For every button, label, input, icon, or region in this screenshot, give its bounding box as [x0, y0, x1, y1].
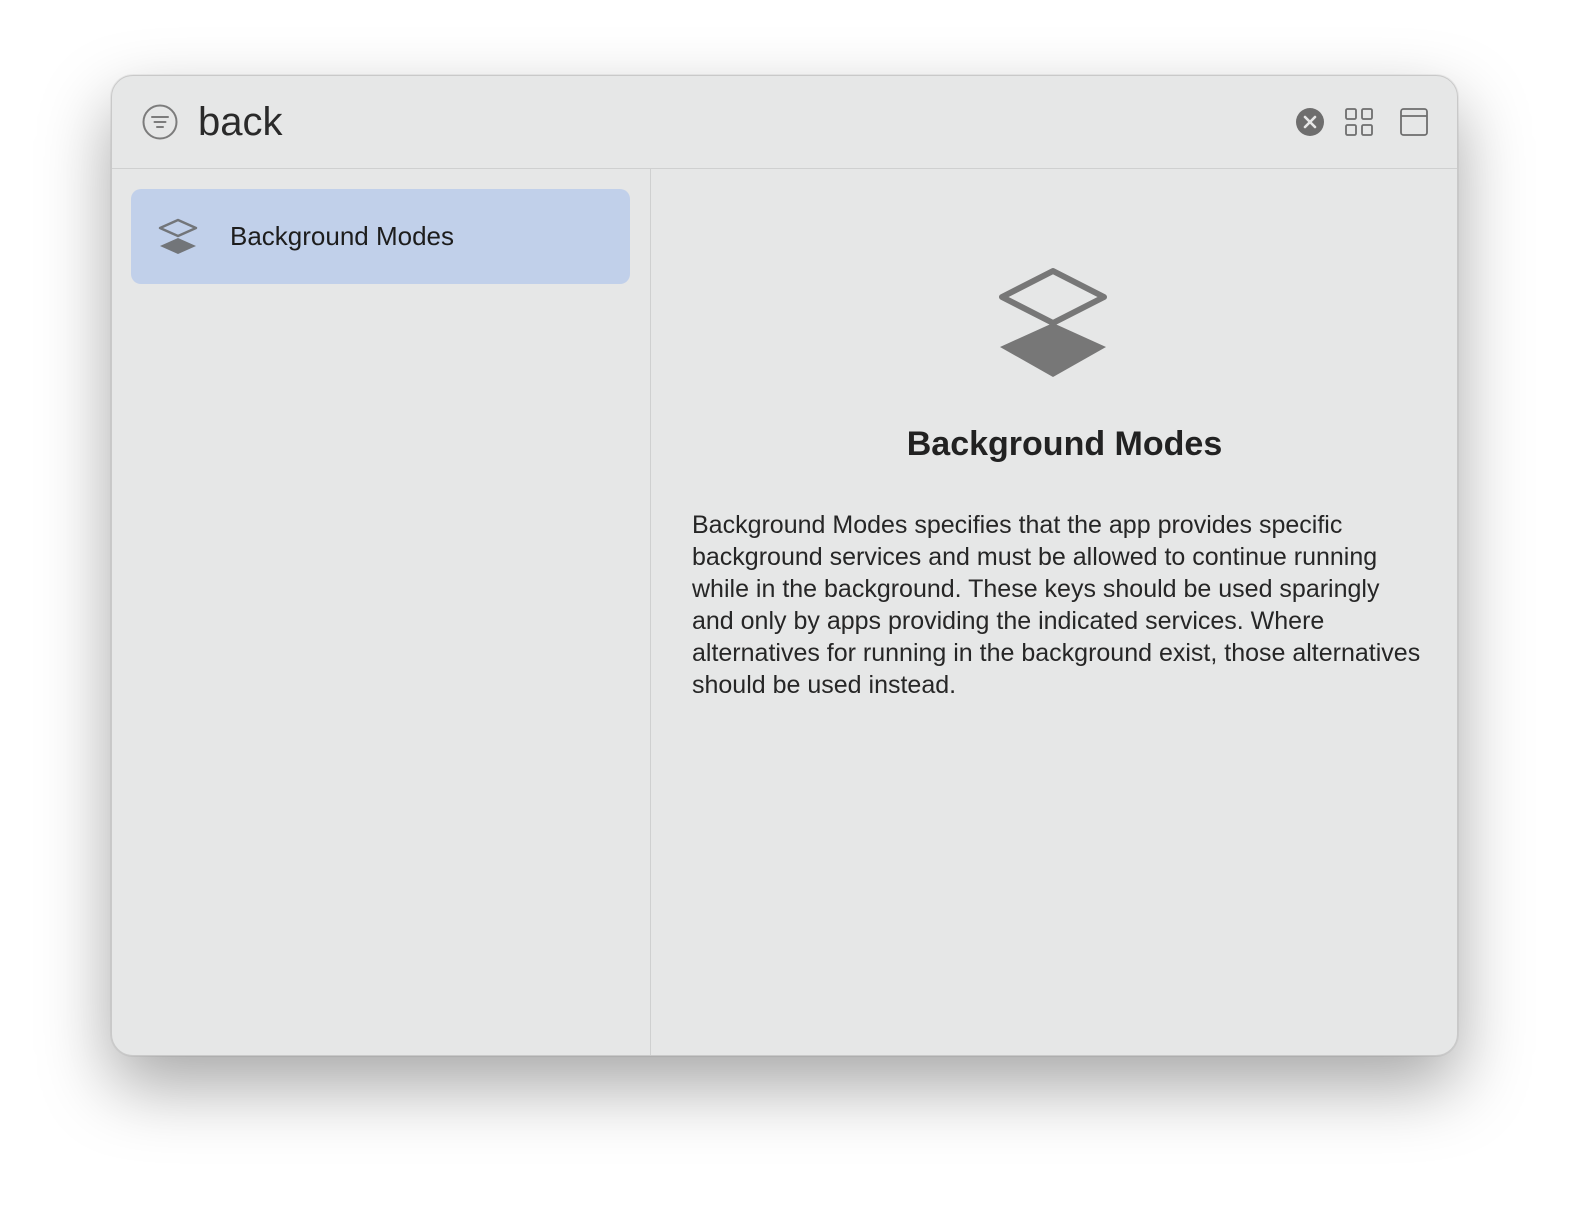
filter-icon[interactable] [142, 104, 178, 140]
stacked-layers-icon [999, 268, 1107, 377]
list-item-background-modes[interactable]: Background Modes [131, 189, 630, 284]
search-toolbar [112, 76, 1457, 169]
detail-description: Background Modes specifies that the app … [692, 511, 1421, 699]
stacked-layers-icon [158, 218, 198, 254]
search-input[interactable] [198, 94, 1278, 150]
library-window: Background Modes Background Modes Backgr… [111, 75, 1458, 1056]
clear-search-icon[interactable] [1295, 107, 1325, 137]
results-list: Background Modes [112, 169, 651, 1055]
window-panel-icon[interactable] [1399, 107, 1429, 137]
list-item-label: Background Modes [230, 221, 455, 251]
detail-title: Background Modes [906, 425, 1223, 463]
detail-pane: Background Modes Background Modes specif… [652, 169, 1457, 1055]
grid-view-icon[interactable] [1344, 107, 1374, 137]
